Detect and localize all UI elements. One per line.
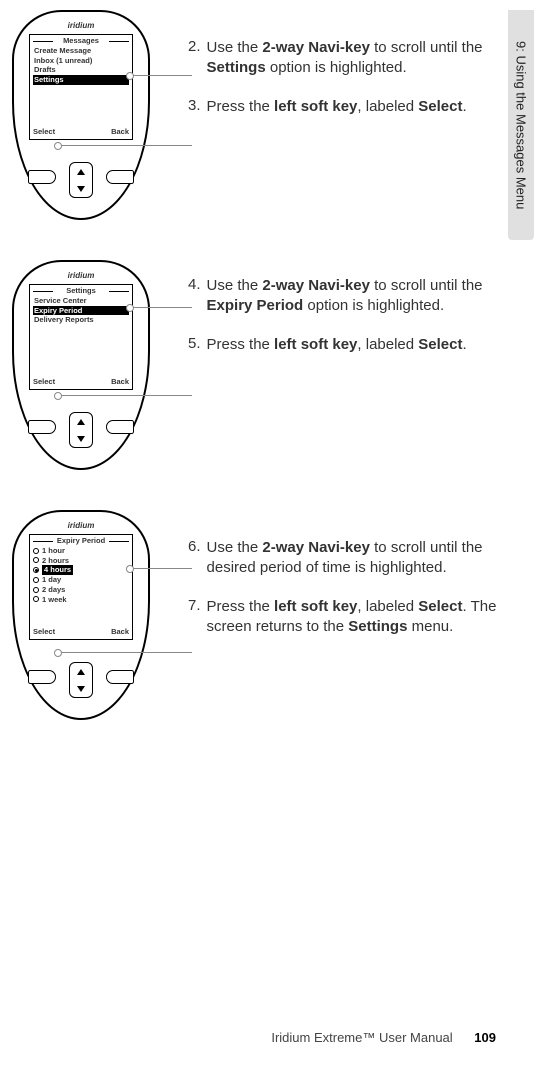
step-7: 7. Press the left soft key, labeled Sele… [188, 597, 498, 638]
step-number: 3. [188, 97, 201, 117]
logo: iridium [14, 521, 148, 530]
softkey-left: Select [33, 377, 55, 387]
step-number: 2. [188, 38, 201, 79]
left-soft-button [28, 670, 56, 684]
radio-icon [33, 557, 39, 563]
leader-line [58, 145, 192, 146]
step-2: 2. Use the 2-way Navi-key to scroll unti… [188, 38, 498, 79]
step-text: Press the left soft key, labeled Select.… [207, 597, 498, 638]
step-text: Press the left soft key, labeled Select. [207, 335, 498, 355]
screen-settings: Settings Service Center Expiry Period De… [29, 284, 133, 390]
screen-title: Expiry Period [30, 536, 132, 546]
menu-item: Create Message [33, 46, 129, 56]
step-5: 5. Press the left soft key, labeled Sele… [188, 335, 498, 355]
radio-icon [33, 587, 39, 593]
menu-item: Delivery Reports [33, 315, 129, 325]
down-arrow-icon [77, 436, 85, 442]
step-text: Use the 2-way Navi-key to scroll until t… [207, 276, 498, 317]
nav-cluster [14, 412, 148, 450]
screen-title: Messages [30, 36, 132, 46]
menu-item: Drafts [33, 65, 129, 75]
logo: iridium [14, 21, 148, 30]
right-soft-button [106, 420, 134, 434]
step-4: 4. Use the 2-way Navi-key to scroll unti… [188, 276, 498, 317]
radio-option-selected: 4 hours [33, 565, 129, 575]
logo: iridium [14, 271, 148, 280]
step-number: 6. [188, 538, 201, 579]
page-footer: Iridium Extreme™ User Manual 109 [271, 1030, 496, 1045]
navi-key [69, 162, 93, 198]
softkey-right: Back [111, 127, 129, 137]
left-soft-button [28, 170, 56, 184]
leader-line [130, 307, 192, 308]
step-6: 6. Use the 2-way Navi-key to scroll unti… [188, 538, 498, 579]
step-number: 4. [188, 276, 201, 317]
menu-item-highlighted: Settings [33, 75, 129, 85]
step-number: 7. [188, 597, 201, 638]
radio-option: 1 hour [33, 546, 129, 556]
softkey-left: Select [33, 627, 55, 637]
phone-messages: iridium Messages Create Message Inbox (1… [12, 10, 150, 220]
radio-option: 1 week [33, 595, 129, 605]
menu-item-highlighted: Expiry Period [33, 306, 129, 316]
leader-dot-icon [126, 72, 134, 80]
page-number: 109 [474, 1030, 496, 1045]
navi-key [69, 412, 93, 448]
down-arrow-icon [77, 686, 85, 692]
screen-expiry: Expiry Period 1 hour 2 hours 4 hours 1 d… [29, 534, 133, 640]
menu-item: Service Center [33, 296, 129, 306]
leader-line [58, 652, 192, 653]
navi-key [69, 662, 93, 698]
screen-title: Settings [30, 286, 132, 296]
menu-item: Inbox (1 unread) [33, 56, 129, 66]
nav-cluster [14, 662, 148, 700]
radio-icon [33, 577, 39, 583]
leader-dot-icon [54, 142, 62, 150]
softkey-left: Select [33, 127, 55, 137]
right-soft-button [106, 670, 134, 684]
leader-line [58, 395, 192, 396]
leader-line [130, 568, 192, 569]
nav-cluster [14, 162, 148, 200]
up-arrow-icon [77, 669, 85, 675]
up-arrow-icon [77, 169, 85, 175]
radio-option: 2 hours [33, 556, 129, 566]
up-arrow-icon [77, 419, 85, 425]
step-text: Use the 2-way Navi-key to scroll until t… [207, 538, 498, 579]
step-3: 3. Press the left soft key, labeled Sele… [188, 97, 498, 117]
leader-dot-icon [126, 304, 134, 312]
radio-icon-selected [33, 567, 39, 573]
leader-dot-icon [126, 565, 134, 573]
softkey-right: Back [111, 627, 129, 637]
step-text: Use the 2-way Navi-key to scroll until t… [207, 38, 498, 79]
softkey-right: Back [111, 377, 129, 387]
screen-messages: Messages Create Message Inbox (1 unread)… [29, 34, 133, 140]
phone-expiry: iridium Expiry Period 1 hour 2 hours 4 h… [12, 510, 150, 720]
radio-option: 2 days [33, 585, 129, 595]
radio-icon [33, 596, 39, 602]
step-text: Press the left soft key, labeled Select. [207, 97, 498, 117]
leader-dot-icon [54, 649, 62, 657]
radio-option: 1 day [33, 575, 129, 585]
leader-dot-icon [54, 392, 62, 400]
down-arrow-icon [77, 186, 85, 192]
left-soft-button [28, 420, 56, 434]
phone-settings: iridium Settings Service Center Expiry P… [12, 260, 150, 470]
step-number: 5. [188, 335, 201, 355]
right-soft-button [106, 170, 134, 184]
radio-icon [33, 548, 39, 554]
manual-title: Iridium Extreme™ User Manual [271, 1030, 452, 1045]
leader-line [130, 75, 192, 76]
